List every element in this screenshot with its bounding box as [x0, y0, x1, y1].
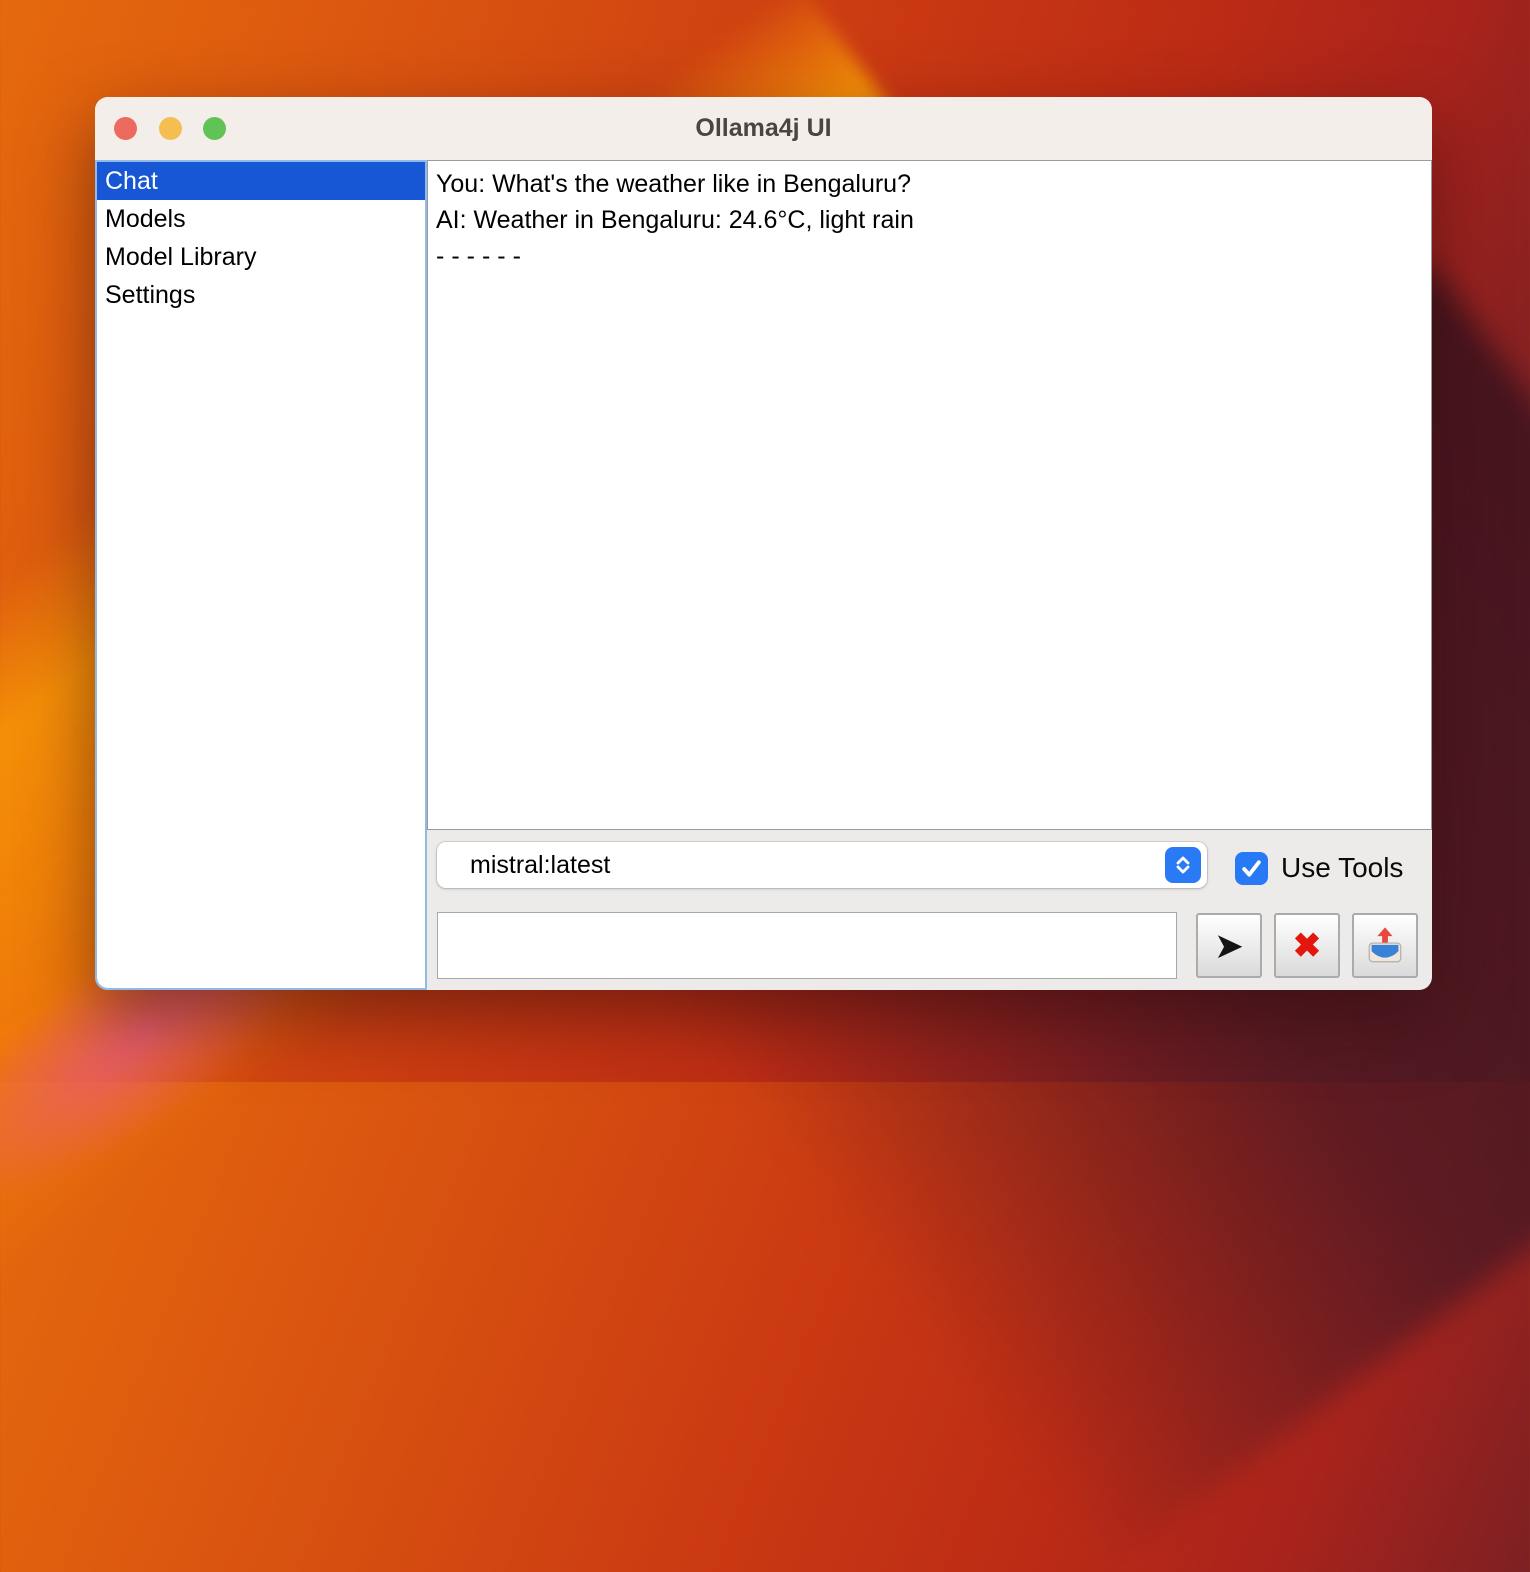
sidebar-item-settings[interactable]: Settings	[97, 276, 425, 314]
sidebar-item-model-library[interactable]: Model Library	[97, 238, 425, 276]
chat-user-message: You: What's the weather like in Bengalur…	[436, 166, 1423, 202]
upload-button[interactable]	[1352, 913, 1418, 978]
use-tools-label: Use Tools	[1281, 852, 1403, 884]
clear-button[interactable]: ✖	[1274, 913, 1340, 978]
chat-ai-message: AI: Weather in Bengaluru: 24.6°C, light …	[436, 202, 1423, 238]
sidebar-item-chat[interactable]: Chat	[97, 162, 425, 200]
titlebar: Ollama4j UI	[95, 97, 1432, 160]
model-select-dropdown[interactable]: mistral:latest	[437, 842, 1207, 888]
send-button[interactable]: ➤	[1196, 913, 1262, 978]
chat-transcript: You: What's the weather like in Bengalur…	[427, 160, 1432, 830]
use-tools-checkbox[interactable]	[1235, 852, 1268, 885]
composer-panel: mistral:latest Use Tools ➤ ✖	[427, 830, 1432, 990]
tray-upload-icon	[1364, 925, 1406, 967]
app-window: Ollama4j UI Chat Models Model Library Se…	[95, 97, 1432, 990]
checkmark-icon	[1238, 855, 1265, 882]
sidebar-nav-list: Chat Models Model Library Settings	[95, 160, 427, 990]
chat-separator: ------	[436, 238, 1423, 274]
window-title: Ollama4j UI	[95, 97, 1432, 160]
message-input[interactable]	[437, 912, 1177, 979]
model-select-value: mistral:latest	[470, 842, 610, 888]
up-down-chevrons-icon	[1165, 847, 1201, 883]
send-arrow-icon: ➤	[1214, 928, 1244, 964]
use-tools-control: Use Tools	[1235, 851, 1403, 885]
red-x-icon: ✖	[1293, 929, 1322, 963]
sidebar-item-models[interactable]: Models	[97, 200, 425, 238]
